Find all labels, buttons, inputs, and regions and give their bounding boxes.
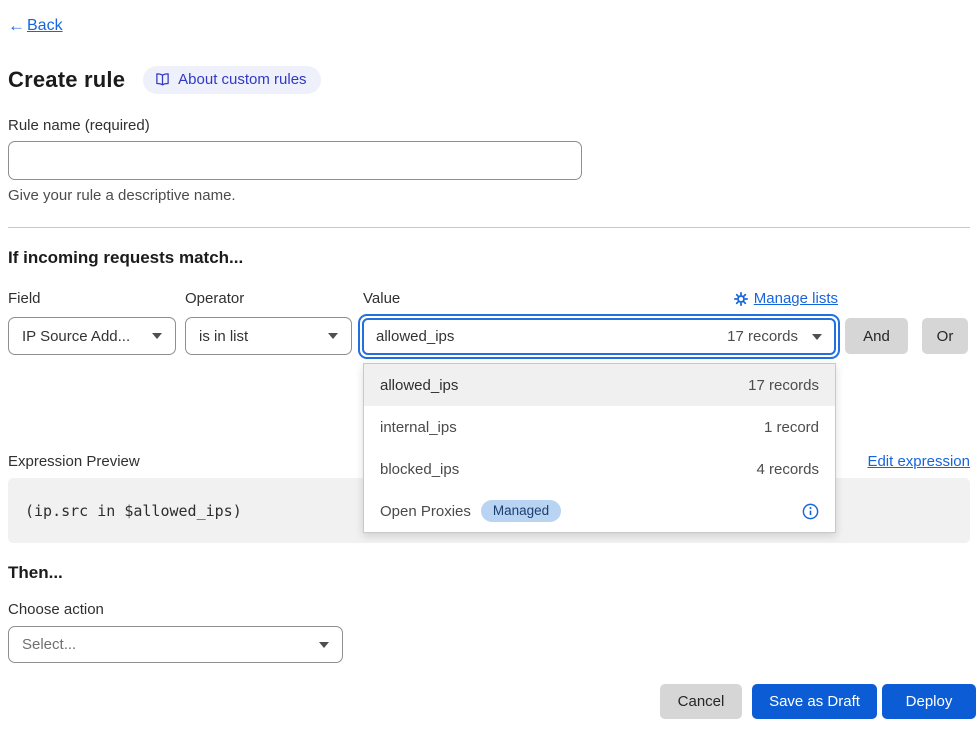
or-button[interactable]: Or xyxy=(922,318,968,354)
list-option-records: 17 records xyxy=(748,377,819,394)
gear-icon xyxy=(734,292,748,306)
section-divider xyxy=(8,227,970,228)
match-section-heading: If incoming requests match... xyxy=(8,248,243,268)
manage-lists-link[interactable]: Manage lists xyxy=(734,290,838,307)
list-option-name: internal_ips xyxy=(380,419,457,436)
then-section-heading: Then... xyxy=(8,563,63,583)
back-arrow-icon: ← xyxy=(8,16,25,36)
managed-badge: Managed xyxy=(481,500,561,522)
rule-name-input[interactable] xyxy=(8,141,582,180)
info-icon[interactable] xyxy=(802,503,819,520)
action-select[interactable]: Select... xyxy=(8,626,343,663)
back-link-label: Back xyxy=(27,17,63,35)
book-icon xyxy=(155,72,170,87)
value-label: Value xyxy=(363,290,400,307)
about-custom-rules-link[interactable]: About custom rules xyxy=(143,66,320,94)
chevron-down-icon xyxy=(812,334,822,340)
rule-name-label: Rule name (required) xyxy=(8,117,150,134)
value-select-focus-ring: allowed_ips 17 records xyxy=(358,314,840,359)
expression-preview-label: Expression Preview xyxy=(8,453,140,470)
list-option-open-proxies[interactable]: Open Proxies Managed xyxy=(364,490,835,532)
field-label: Field xyxy=(8,290,41,307)
list-option-allowed-ips[interactable]: allowed_ips 17 records xyxy=(364,364,835,406)
edit-expression-label: Edit expression xyxy=(867,453,970,470)
page-title: Create rule xyxy=(8,67,125,93)
cancel-button[interactable]: Cancel xyxy=(660,684,742,719)
list-option-name: allowed_ips xyxy=(380,377,458,394)
chevron-down-icon xyxy=(152,333,162,339)
edit-expression-link[interactable]: Edit expression xyxy=(867,453,970,470)
save-as-draft-button[interactable]: Save as Draft xyxy=(752,684,877,719)
manage-lists-label: Manage lists xyxy=(754,290,838,307)
list-option-blocked-ips[interactable]: blocked_ips 4 records xyxy=(364,448,835,490)
value-select-meta: 17 records xyxy=(727,328,798,345)
create-rule-page: ← Back Create rule About custom rules Ru… xyxy=(0,0,979,739)
rule-name-helper: Give your rule a descriptive name. xyxy=(8,187,236,204)
operator-label: Operator xyxy=(185,290,244,307)
chevron-down-icon xyxy=(319,642,329,648)
operator-select-value: is in list xyxy=(199,328,248,345)
back-link[interactable]: ← Back xyxy=(8,16,63,36)
list-option-name: Open Proxies xyxy=(380,503,471,520)
expression-code: (ip.src in $allowed_ips) xyxy=(8,502,242,520)
value-dropdown-menu: allowed_ips 17 records internal_ips 1 re… xyxy=(363,363,836,533)
list-option-name: blocked_ips xyxy=(380,461,459,478)
list-option-records: 4 records xyxy=(756,461,819,478)
chevron-down-icon xyxy=(328,333,338,339)
list-option-records: 1 record xyxy=(764,419,819,436)
value-select[interactable]: allowed_ips 17 records xyxy=(362,318,836,355)
field-select-value: IP Source Add... xyxy=(22,328,130,345)
and-button[interactable]: And xyxy=(845,318,908,354)
value-select-value: allowed_ips xyxy=(376,328,454,345)
about-custom-rules-label: About custom rules xyxy=(178,71,306,88)
list-option-internal-ips[interactable]: internal_ips 1 record xyxy=(364,406,835,448)
action-select-placeholder: Select... xyxy=(22,636,76,653)
field-select[interactable]: IP Source Add... xyxy=(8,317,176,355)
title-row: Create rule About custom rules xyxy=(8,66,321,94)
choose-action-label: Choose action xyxy=(8,601,104,618)
operator-select[interactable]: is in list xyxy=(185,317,352,355)
deploy-button[interactable]: Deploy xyxy=(882,684,976,719)
